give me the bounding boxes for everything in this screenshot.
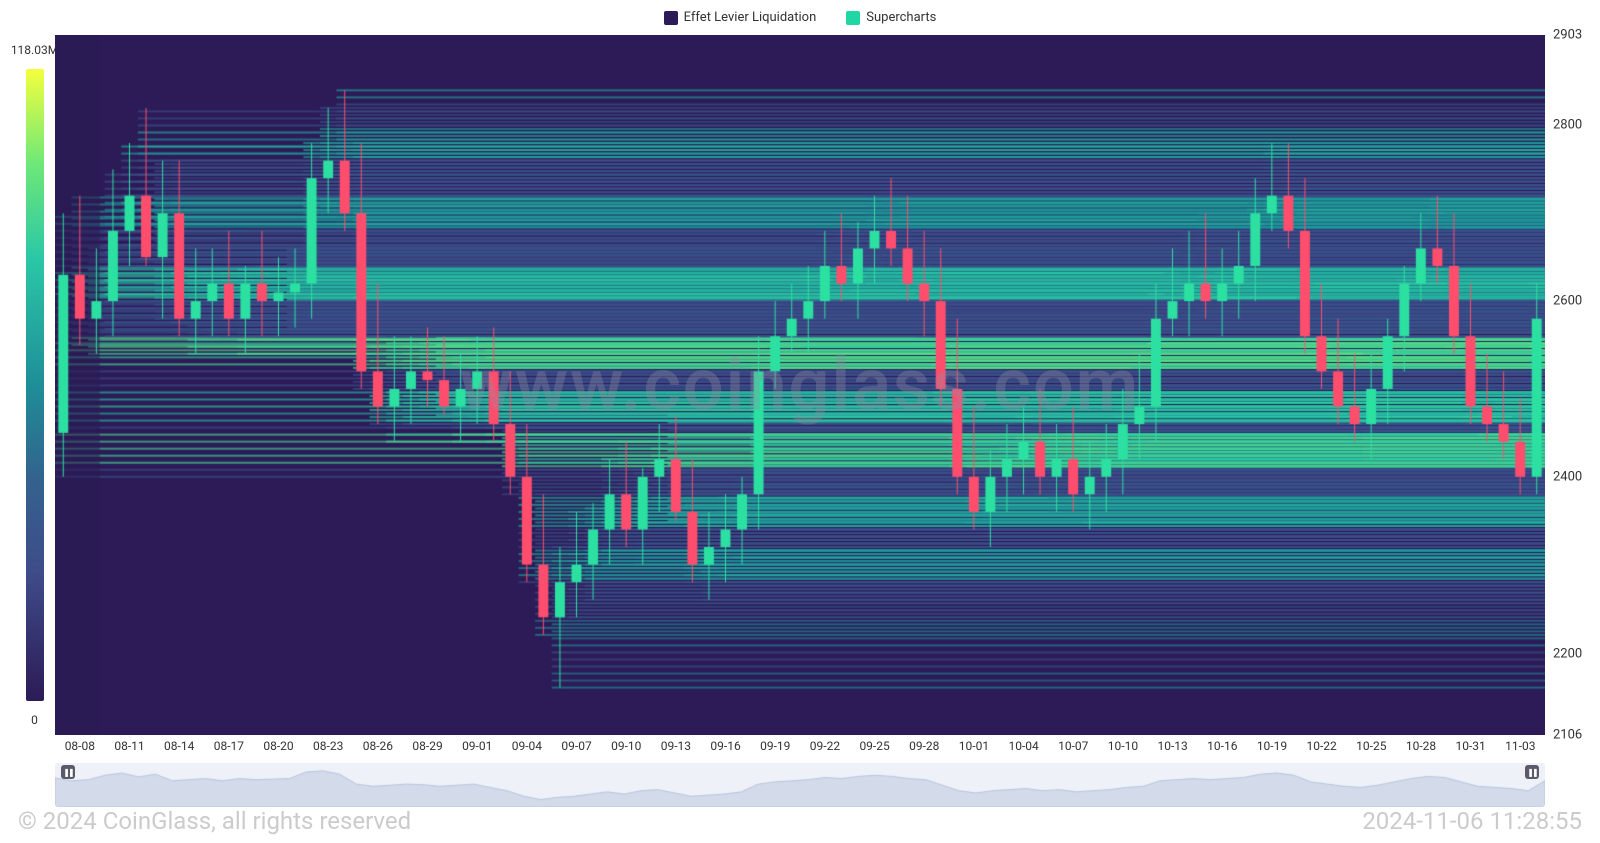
x-tick: 09-01 bbox=[452, 739, 502, 753]
chart-main: 118.03M 0 www.coinglass.com 290328002600… bbox=[0, 35, 1600, 735]
x-tick: 09-13 bbox=[651, 739, 701, 753]
y-tick: 2903 bbox=[1553, 28, 1582, 43]
y-tick: 2800 bbox=[1553, 117, 1582, 132]
x-tick: 10-19 bbox=[1247, 739, 1297, 753]
legend-item-supercharts[interactable]: Supercharts bbox=[846, 10, 936, 25]
x-tick: 10-28 bbox=[1396, 739, 1446, 753]
colorbar: 118.03M 0 bbox=[0, 35, 55, 735]
x-tick: 10-10 bbox=[1098, 739, 1148, 753]
scrubber-handle-left[interactable] bbox=[61, 765, 75, 779]
x-tick: 09-04 bbox=[502, 739, 552, 753]
y-tick: 2200 bbox=[1553, 646, 1582, 661]
x-tick: 09-16 bbox=[701, 739, 751, 753]
colorbar-min-label: 0 bbox=[31, 705, 38, 735]
x-tick: 10-22 bbox=[1297, 739, 1347, 753]
copyright-text: © 2024 CoinGlass, all rights reserved bbox=[18, 807, 411, 835]
x-tick: 10-01 bbox=[949, 739, 999, 753]
x-tick: 10-04 bbox=[999, 739, 1049, 753]
x-tick: 08-26 bbox=[353, 739, 403, 753]
chart-legend: Effet Levier Liquidation Supercharts bbox=[0, 0, 1600, 35]
x-tick: 08-17 bbox=[204, 739, 254, 753]
heatmap-canvas[interactable] bbox=[55, 35, 1545, 735]
x-tick: 08-20 bbox=[254, 739, 304, 753]
legend-label: Effet Levier Liquidation bbox=[684, 10, 817, 25]
x-tick: 09-07 bbox=[552, 739, 602, 753]
x-tick: 10-31 bbox=[1446, 739, 1496, 753]
x-tick: 09-22 bbox=[800, 739, 850, 753]
legend-swatch bbox=[664, 11, 678, 25]
y-tick: 2600 bbox=[1553, 294, 1582, 309]
time-scrubber[interactable] bbox=[55, 763, 1545, 807]
x-tick: 08-08 bbox=[55, 739, 105, 753]
x-tick: 08-23 bbox=[303, 739, 353, 753]
scrubber-handle-right[interactable] bbox=[1525, 765, 1539, 779]
x-tick: 08-11 bbox=[105, 739, 155, 753]
x-tick: 10-07 bbox=[1048, 739, 1098, 753]
x-tick: 10-25 bbox=[1346, 739, 1396, 753]
scrubber-canvas bbox=[55, 763, 1545, 807]
legend-swatch bbox=[846, 11, 860, 25]
x-tick: 11-03 bbox=[1495, 739, 1545, 753]
x-tick: 09-25 bbox=[850, 739, 900, 753]
x-tick: 08-14 bbox=[154, 739, 204, 753]
x-tick: 09-19 bbox=[750, 739, 800, 753]
x-tick: 09-28 bbox=[899, 739, 949, 753]
x-tick: 10-13 bbox=[1148, 739, 1198, 753]
x-tick: 08-29 bbox=[403, 739, 453, 753]
colorbar-gradient bbox=[26, 69, 44, 701]
plot-area[interactable]: www.coinglass.com bbox=[55, 35, 1545, 735]
legend-label: Supercharts bbox=[866, 10, 936, 25]
y-tick: 2400 bbox=[1553, 470, 1582, 485]
timestamp-text: 2024-11-06 11:28:55 bbox=[1362, 807, 1582, 835]
x-axis: 08-0808-1108-1408-1708-2008-2308-2608-29… bbox=[0, 735, 1600, 757]
colorbar-max-label: 118.03M bbox=[11, 35, 58, 65]
legend-item-liquidation[interactable]: Effet Levier Liquidation bbox=[664, 10, 817, 25]
y-axis: 290328002600240022002106 bbox=[1545, 35, 1600, 735]
y-tick: 2106 bbox=[1553, 728, 1582, 743]
x-tick: 09-10 bbox=[601, 739, 651, 753]
x-tick: 10-16 bbox=[1197, 739, 1247, 753]
